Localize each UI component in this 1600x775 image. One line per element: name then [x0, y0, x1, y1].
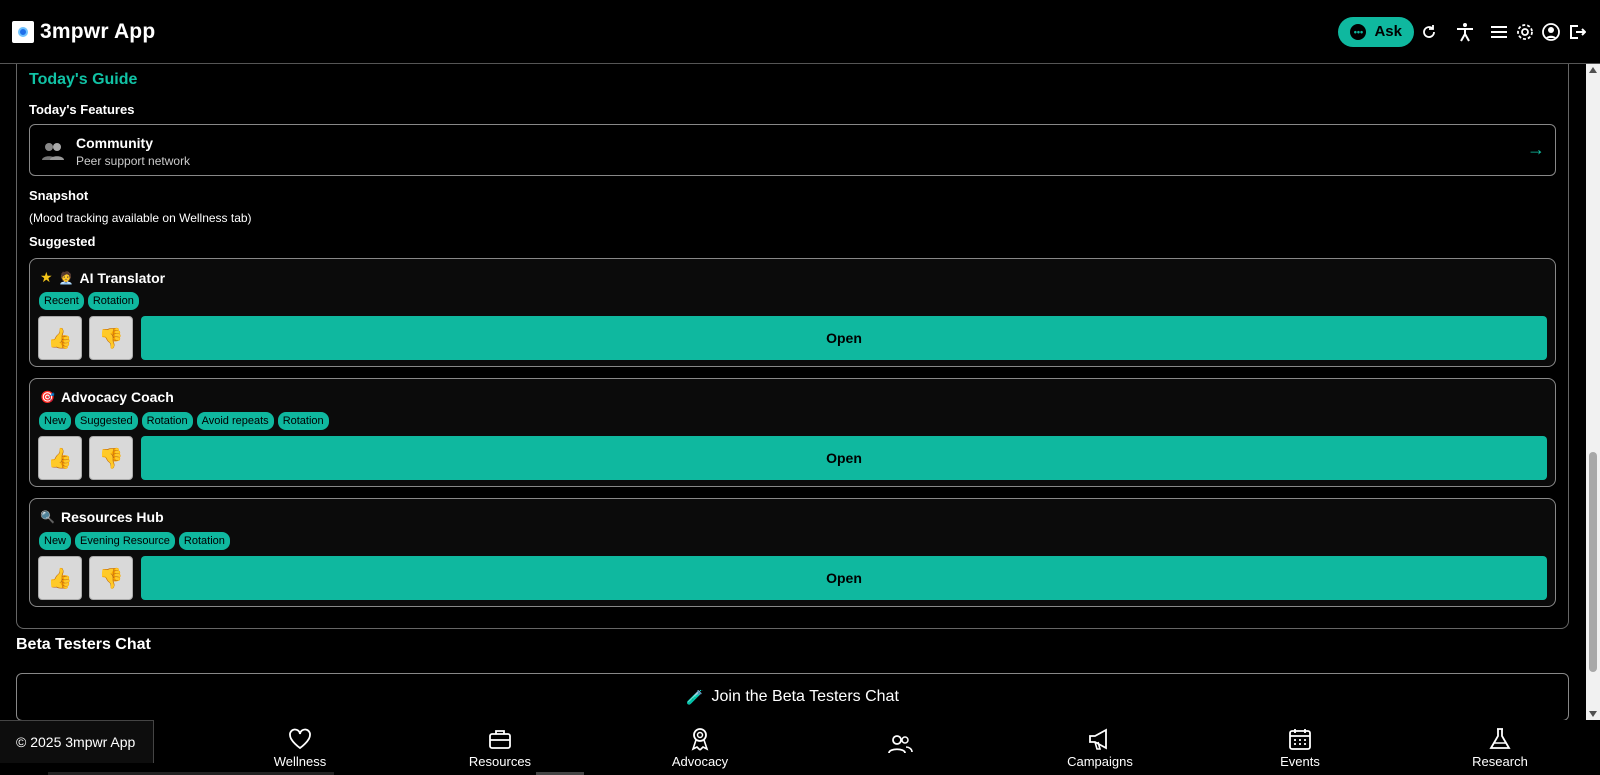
thumbs-up-button[interactable]: 👍 [38, 556, 82, 600]
tag: Rotation [87, 292, 139, 310]
ask-button[interactable]: ••• Ask [1338, 16, 1414, 47]
nav-advocacy[interactable]: Advocacy [640, 726, 760, 769]
guide-title: Today's Guide [29, 71, 138, 88]
people-icon [42, 143, 64, 160]
open-button[interactable]: Open [141, 556, 1547, 600]
test-tube-icon: 🧪 [686, 688, 704, 705]
thumbs-up-icon: 👍 [47, 447, 73, 470]
nav-wellness[interactable]: Wellness [240, 726, 360, 769]
tag: Avoid repeats [196, 412, 274, 430]
nav-events[interactable]: Events [1240, 726, 1360, 769]
thumbs-down-icon: 👎 [98, 447, 124, 470]
suggestion-name: AI Translator [79, 269, 166, 286]
briefcase-icon [489, 730, 511, 749]
tag: Rotation [178, 532, 230, 550]
magnifier-icon: 🔍 [40, 510, 55, 524]
suggestion-name: Resources Hub [60, 509, 164, 525]
translator-icon: 🧑‍💼 [58, 270, 74, 285]
thumbs-up-button[interactable]: 👍 [38, 316, 82, 360]
tag: New [39, 412, 72, 430]
todays-guide-panel: Today's Guide Today's Features Community… [16, 64, 1569, 629]
tag: New [39, 532, 72, 550]
user-icon[interactable] [1540, 21, 1562, 43]
tag: Recent [39, 292, 84, 310]
snapshot-label: Snapshot [29, 188, 89, 203]
nav-label: Wellness [273, 754, 327, 769]
scrollbar-thumb[interactable] [1589, 452, 1597, 672]
tag: Rotation [277, 412, 329, 430]
suggestion-card-ai-translator: ★ 🧑‍💼 AI Translator Recent Rotation 👍 👎 … [29, 258, 1556, 367]
scroll-down-icon[interactable] [1589, 711, 1597, 717]
todays-features-label: Today's Features [29, 102, 135, 117]
feature-card-community[interactable]: Community Peer support network → [29, 124, 1556, 176]
thumbs-up-button[interactable]: 👍 [38, 436, 82, 480]
people-icon [888, 735, 913, 754]
thumbs-up-icon: 👍 [47, 327, 73, 350]
thumbs-down-button[interactable]: 👎 [89, 316, 133, 360]
thumbs-down-button[interactable]: 👎 [89, 556, 133, 600]
heart-icon [289, 728, 311, 750]
snapshot-note: (Mood tracking available on Wellness tab… [29, 211, 252, 225]
chat-bubble-icon: ••• [1350, 23, 1367, 40]
thumbs-down-button[interactable]: 👎 [89, 436, 133, 480]
scroll-up-icon[interactable] [1589, 67, 1597, 73]
menu-icon[interactable] [1488, 21, 1510, 43]
nav-label: Advocacy [671, 754, 729, 769]
suggestion-card-resources-hub: 🔍 Resources Hub New Evening Resource Rot… [29, 498, 1556, 607]
megaphone-icon [1089, 728, 1107, 750]
open-button[interactable]: Open [141, 316, 1547, 360]
nav-label: Resources [468, 754, 532, 769]
tag: Suggested [75, 412, 138, 430]
bottom-navigation: © 2025 3mpwr App Wellness Resources Advo… [0, 720, 1600, 775]
join-beta-label: Join the Beta Testers Chat [711, 688, 899, 705]
tag: Rotation [141, 412, 193, 430]
calendar-icon [1289, 729, 1311, 750]
nav-label: Events [1280, 754, 1320, 769]
thumbs-down-icon: 👎 [98, 327, 124, 350]
star-icon: ★ [40, 269, 53, 285]
nav-community[interactable] [840, 732, 960, 760]
app-logo [12, 20, 34, 43]
feature-description: Peer support network [76, 154, 191, 168]
join-beta-chat-button[interactable]: 🧪 Join the Beta Testers Chat [16, 673, 1569, 720]
app-title: 3mpwr App [40, 19, 156, 43]
nav-research[interactable]: Research [1440, 726, 1560, 769]
ask-label: Ask [1374, 23, 1402, 40]
gear-icon[interactable] [1514, 21, 1536, 43]
open-button[interactable]: Open [141, 436, 1547, 480]
accessibility-icon[interactable] [1454, 21, 1476, 43]
main-content: Today's Guide Today's Features Community… [0, 64, 1586, 720]
nav-label: Campaigns [1067, 754, 1133, 769]
thumbs-down-icon: 👎 [98, 567, 124, 590]
beta-chat-title: Beta Testers Chat [16, 636, 151, 653]
vertical-scrollbar[interactable] [1586, 64, 1600, 720]
refresh-icon[interactable] [1418, 21, 1440, 43]
suggested-label: Suggested [29, 234, 96, 249]
award-icon [691, 728, 709, 751]
nav-label: Research [1472, 754, 1528, 769]
suggestion-card-advocacy-coach: 🎯 Advocacy Coach New Suggested Rotation … [29, 378, 1556, 487]
app-header: 3mpwr App ••• Ask [0, 0, 1600, 64]
thumbs-up-icon: 👍 [47, 567, 73, 590]
target-icon: 🎯 [40, 390, 55, 404]
tag: Evening Resource [75, 532, 175, 550]
nav-resources[interactable]: Resources [440, 726, 560, 769]
suggestion-name: Advocacy Coach [60, 389, 174, 405]
flask-icon [1489, 728, 1511, 749]
nav-campaigns[interactable]: Campaigns [1040, 726, 1160, 769]
arrow-right-icon[interactable]: → [1527, 139, 1545, 160]
logout-icon[interactable] [1566, 21, 1588, 43]
feature-name: Community [76, 135, 153, 151]
copyright: © 2025 3mpwr App [0, 720, 154, 763]
